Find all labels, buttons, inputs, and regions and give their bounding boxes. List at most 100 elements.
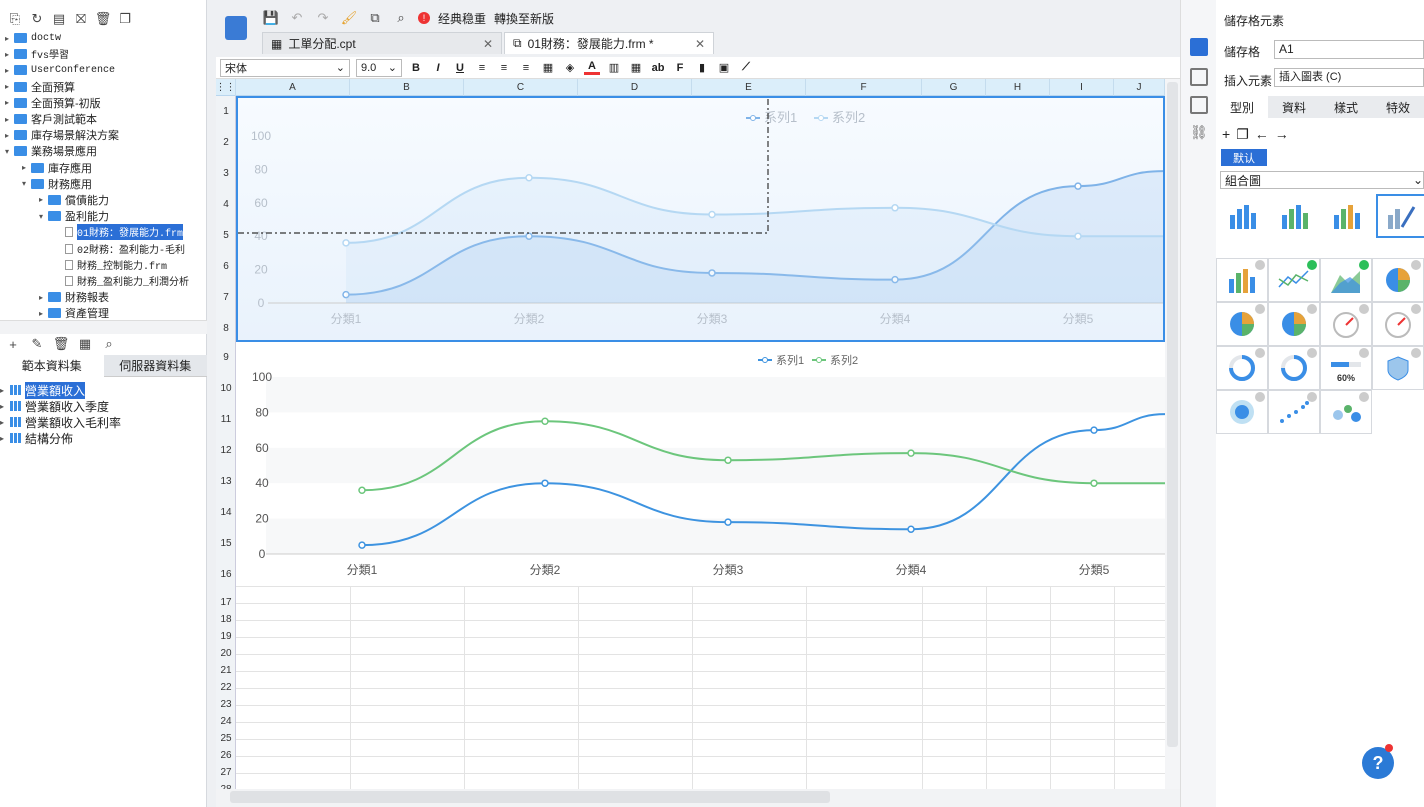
dataset-item[interactable]: ▸ 營業額收入 (0, 381, 207, 399)
row-header-cell[interactable]: 14 (216, 507, 236, 518)
cell-attribute-icon[interactable] (1190, 68, 1208, 86)
refresh-icon[interactable]: ↻ (28, 10, 46, 28)
chevron-right-icon[interactable]: ▸ (0, 418, 6, 427)
border-icon[interactable]: ▦ (540, 61, 556, 74)
legend-label[interactable]: 系列2 (830, 353, 858, 367)
select-all-icon[interactable]: ⋮⋮ (216, 79, 236, 96)
chevron-right-icon[interactable]: ▸ (0, 434, 6, 443)
row-header-cell[interactable]: 4 (216, 199, 236, 210)
tab-server-dataset[interactable]: 伺服器資料集 (103, 355, 207, 377)
shield-chart-icon[interactable] (1372, 346, 1424, 390)
gauge-chart-icon[interactable] (1372, 302, 1424, 346)
column-header-cell[interactable]: J (1114, 79, 1165, 96)
horizontal-scroll-thumb[interactable] (230, 791, 830, 803)
convert-button[interactable]: 轉換至新版 (494, 10, 554, 27)
column-header-cell[interactable]: I (1050, 79, 1114, 96)
tree-item[interactable]: ▸ UserConference (0, 62, 207, 78)
font-color-icon[interactable]: A (584, 60, 600, 75)
ring-chart-icon[interactable] (1216, 346, 1268, 390)
row-header-cell[interactable]: 6 (216, 261, 236, 272)
file-tab[interactable]: ⧉ 01財務：發展能力.frm * ✕ (504, 32, 714, 54)
data-point[interactable] (907, 449, 915, 457)
add-dataset-icon[interactable]: + (4, 335, 22, 353)
panel-splitter[interactable] (0, 320, 207, 334)
data-point[interactable] (1090, 479, 1098, 487)
chevron-right-icon[interactable]: ▸ (36, 293, 46, 302)
data-point[interactable] (525, 174, 533, 182)
font-family-select[interactable]: 宋体 ⌄ (220, 58, 350, 77)
bold-icon[interactable]: B (408, 62, 424, 74)
dataset-item[interactable]: ▸ 結構分佈 (0, 430, 207, 446)
cell-input[interactable]: A1 (1274, 40, 1424, 59)
rose-chart-icon[interactable] (1216, 390, 1268, 434)
column-header-cell[interactable]: E (692, 79, 806, 96)
chevron-right-icon[interactable]: ▸ (2, 131, 12, 140)
delete-icon[interactable]: 🗑 (94, 10, 112, 28)
column-header-cell[interactable]: A (236, 79, 350, 96)
slash-icon[interactable]: ⟋ (738, 61, 754, 74)
row-header-cell[interactable]: 25 (216, 733, 236, 744)
copy-icon[interactable]: ❐ (116, 10, 134, 28)
table-icon[interactable]: ▦ (628, 61, 644, 74)
search-icon[interactable]: ⌕ (100, 335, 118, 353)
tree-item[interactable]: ▸ 全面預算-初版 (0, 95, 207, 111)
column-header-cell[interactable]: D (578, 79, 692, 96)
chevron-right-icon[interactable]: ▸ (36, 195, 46, 204)
cell-grid[interactable] (236, 586, 1165, 789)
chevron-right-icon[interactable]: ▸ (2, 115, 12, 124)
row-header-cell[interactable]: 16 (216, 569, 236, 580)
chevron-right-icon[interactable]: ▸ (2, 50, 12, 59)
tree-item[interactable]: 財務_盈利能力_利潤分析 (0, 273, 207, 289)
chevron-right-icon[interactable]: ▸ (2, 34, 12, 43)
data-point[interactable] (724, 456, 732, 464)
image-icon[interactable]: ▣ (716, 61, 732, 74)
row-header-cell[interactable]: 22 (216, 682, 236, 693)
alert-icon[interactable]: ! (418, 12, 430, 24)
preview-icon[interactable]: ▦ (76, 335, 94, 353)
insert-element-select[interactable]: 插入圖表 (C) (1274, 68, 1424, 87)
add-icon[interactable]: + (1222, 126, 1230, 143)
bubble-chart-icon[interactable] (1320, 390, 1372, 434)
classic-theme-button[interactable]: 经典稳重 (438, 10, 486, 27)
formula-icon[interactable]: F (672, 62, 688, 74)
row-header-cell[interactable]: 24 (216, 716, 236, 727)
tree-item[interactable]: ▸ 財務報表 (0, 289, 207, 305)
tree-item[interactable]: ▸ 資產管理 (0, 305, 207, 320)
data-point[interactable] (358, 541, 366, 549)
merge-icon[interactable]: ▥ (606, 61, 622, 74)
tree-item[interactable]: ▾ 財務應用 (0, 176, 207, 192)
row-header-cell[interactable]: 1 (216, 106, 236, 117)
arrow-right-icon[interactable]: → (1275, 126, 1289, 143)
vertical-scroll-thumb[interactable] (1167, 82, 1178, 747)
tab-effect[interactable]: 特效 (1372, 96, 1424, 118)
chevron-right-icon[interactable]: ▸ (2, 82, 12, 91)
align-left-icon[interactable]: ≡ (474, 62, 490, 74)
properties-icon[interactable]: ▤ (50, 10, 68, 28)
line-chart[interactable]: 0 20 40 60 80 100 分類1 分類2 分類3 分類4 分類5 系列1 系列2 (236, 342, 1165, 585)
data-point[interactable] (358, 486, 366, 495)
row-header-cell[interactable]: 15 (216, 538, 236, 549)
legend-label[interactable]: 系列1 (776, 353, 804, 367)
pie-chart-icon[interactable] (1216, 302, 1268, 346)
row-header-cell[interactable]: 5 (216, 230, 236, 241)
data-point[interactable] (541, 417, 549, 425)
chevron-down-icon[interactable]: ▾ (36, 212, 46, 221)
cell-element-icon[interactable] (1190, 38, 1208, 56)
undo-icon[interactable]: ↶ (288, 9, 306, 27)
tab-data[interactable]: 資料 (1268, 96, 1320, 118)
data-point[interactable] (708, 210, 716, 219)
tree-item[interactable]: ▾ 業務場景應用 (0, 143, 207, 159)
combo-variant-3-icon[interactable] (1322, 194, 1373, 238)
data-point[interactable] (342, 239, 350, 247)
chevron-right-icon[interactable]: ▸ (2, 66, 12, 75)
column-header-cell[interactable]: G (922, 79, 986, 96)
text-icon[interactable]: ab (650, 62, 666, 74)
tab-type[interactable]: 型別 (1216, 96, 1268, 118)
row-header-cell[interactable]: 7 (216, 292, 236, 303)
data-point[interactable] (541, 479, 549, 487)
slot-chart-icon[interactable]: 60% (1320, 346, 1372, 390)
row-header-cell[interactable]: 10 (216, 383, 236, 394)
row-header-cell[interactable]: 12 (216, 445, 236, 456)
save-icon[interactable]: 💾 (262, 9, 280, 27)
area-chart[interactable]: 0 20 40 60 80 100 分類1 分類2 分類3 分類4 分類5 系列1 系列2 (236, 96, 1165, 342)
